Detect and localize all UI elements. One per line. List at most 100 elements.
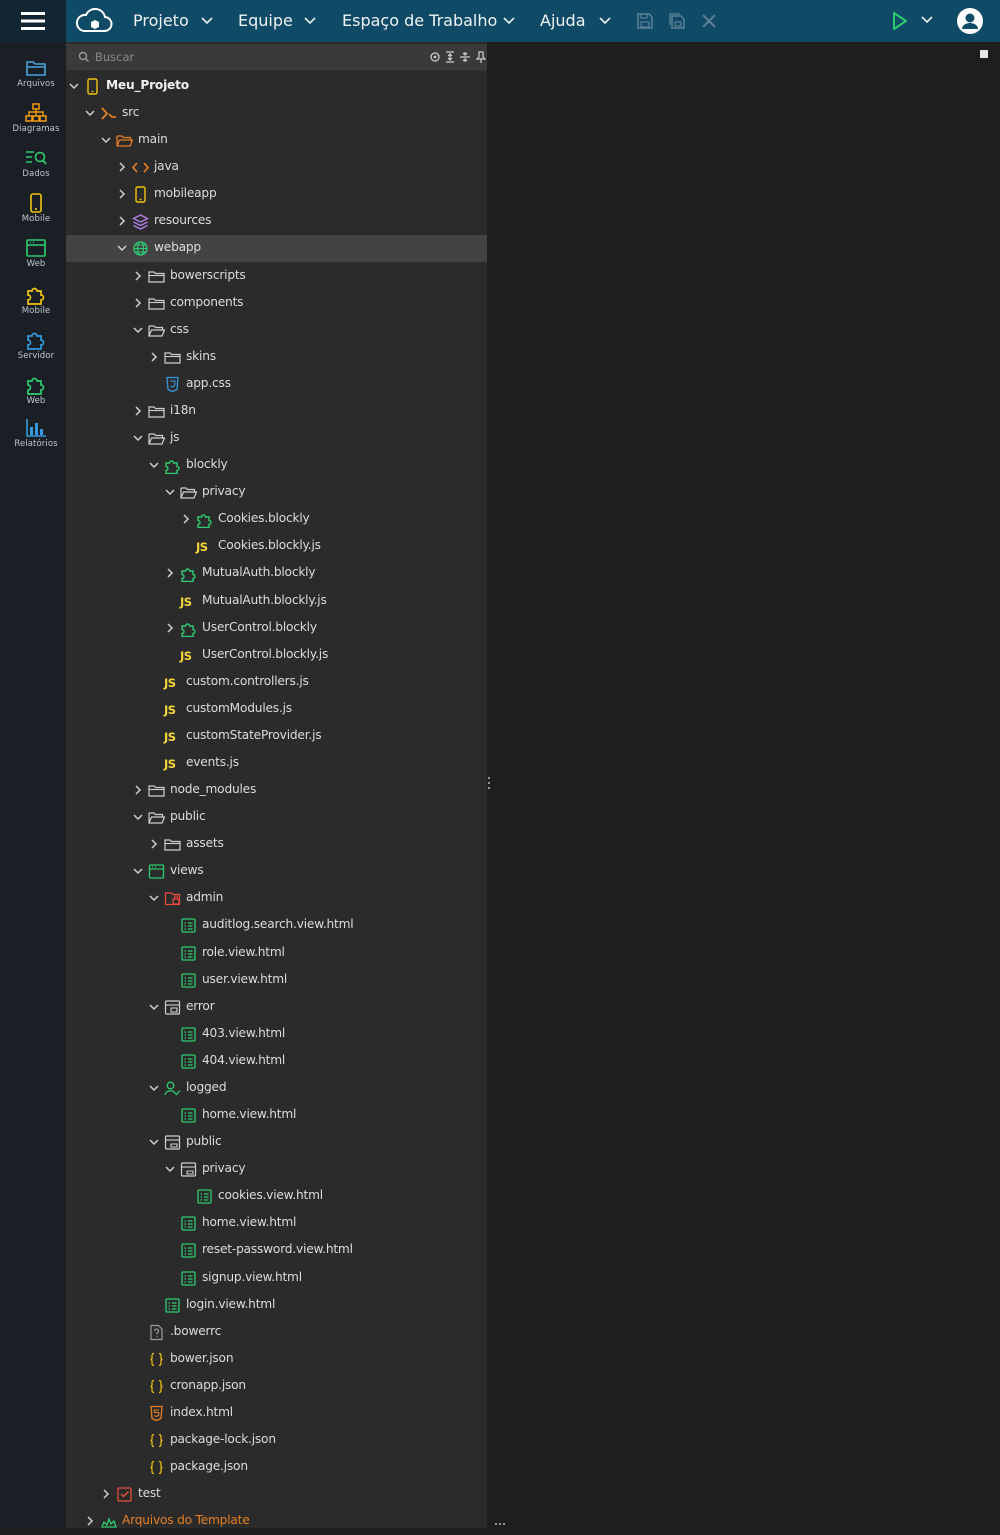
chevron-right-icon[interactable] (148, 838, 160, 850)
chevron-right-icon[interactable] (84, 1515, 96, 1527)
tree-item[interactable]: home.view.html (66, 1210, 487, 1237)
tree-item[interactable]: JS customStateProvider.js (66, 723, 487, 750)
tree-item[interactable]: JS custom.controllers.js (66, 669, 487, 696)
tree-item[interactable]: css (66, 317, 487, 344)
chevron-down-icon[interactable] (303, 11, 317, 31)
tree-item[interactable]: JS events.js (66, 750, 487, 777)
tree-item[interactable]: cookies.view.html (66, 1183, 487, 1210)
tree-item[interactable]: app.css (66, 371, 487, 398)
menu-projeto[interactable]: Projeto (133, 0, 189, 42)
chevron-down-icon[interactable] (148, 1136, 160, 1148)
tree-item[interactable]: skins (66, 344, 487, 371)
tree-item[interactable]: webapp (66, 235, 487, 263)
chevron-down-icon[interactable] (116, 242, 128, 254)
tree-item[interactable]: UserControl.blockly (66, 615, 487, 642)
chevron-down-icon[interactable] (148, 892, 160, 904)
chevron-right-icon[interactable] (164, 622, 176, 634)
sidebar-item-web[interactable]: Web (0, 238, 72, 269)
tree-item[interactable]: resources (66, 208, 487, 235)
tree-item[interactable]: Cookies.blockly (66, 506, 487, 533)
tree-item[interactable]: assets (66, 831, 487, 858)
chevron-down-icon[interactable] (502, 11, 516, 31)
tree-item[interactable]: index.html (66, 1400, 487, 1427)
chevron-down-icon[interactable] (200, 11, 214, 31)
sidebar-item-blockly-web[interactable]: Web (0, 373, 72, 406)
chevron-right-icon[interactable] (132, 405, 144, 417)
save-icon[interactable] (636, 12, 654, 30)
tree-item[interactable]: 403.view.html (66, 1021, 487, 1048)
sidebar-item-blockly-mobile[interactable]: Mobile (0, 283, 72, 316)
tree-item[interactable]: mobileapp (66, 181, 487, 208)
sidebar-item-arquivos[interactable]: Arquivos (0, 58, 72, 89)
run-icon[interactable] (891, 11, 909, 31)
tree-item[interactable]: error (66, 994, 487, 1021)
chevron-right-icon[interactable] (116, 215, 128, 227)
tree-item[interactable]: Arquivos do Template (66, 1508, 487, 1535)
tree-item[interactable]: public (66, 804, 487, 831)
tree-item[interactable]: .bowerrc (66, 1319, 487, 1346)
chevron-right-icon[interactable] (132, 784, 144, 796)
chevron-down-icon[interactable] (132, 811, 144, 823)
chevron-right-icon[interactable] (132, 270, 144, 282)
chevron-down-icon[interactable] (132, 324, 144, 336)
chevron-down-icon[interactable] (920, 11, 934, 31)
tree-item[interactable]: bower.json (66, 1346, 487, 1373)
chevron-down-icon[interactable] (132, 432, 144, 444)
tree-item[interactable]: role.view.html (66, 940, 487, 967)
menu-equipe[interactable]: Equipe (238, 0, 293, 42)
sidebar-item-mobile[interactable]: Mobile (0, 193, 72, 224)
close-icon[interactable] (701, 13, 717, 29)
tree-item[interactable]: views (66, 858, 487, 885)
tree-item[interactable]: privacy (66, 479, 487, 506)
sidebar-item-dados[interactable]: Dados (0, 148, 72, 179)
search-input[interactable]: Buscar (95, 50, 134, 64)
tree-item[interactable]: src (66, 100, 487, 127)
tree-item[interactable]: cronapp.json (66, 1373, 487, 1400)
tree-item[interactable]: 404.view.html (66, 1048, 487, 1075)
tree-item[interactable]: signup.view.html (66, 1265, 487, 1292)
chevron-down-icon[interactable] (148, 459, 160, 471)
chevron-down-icon[interactable] (84, 107, 96, 119)
chevron-right-icon[interactable] (100, 1488, 112, 1500)
tree-item[interactable]: main (66, 127, 487, 154)
chevron-down-icon[interactable] (100, 134, 112, 146)
tree-item[interactable]: admin (66, 885, 487, 912)
tree-item[interactable]: public (66, 1129, 487, 1156)
collapse-all-icon[interactable] (459, 51, 471, 63)
menu-ajuda[interactable]: Ajuda (540, 0, 586, 42)
tree-item[interactable]: JS MutualAuth.blockly.js (66, 588, 487, 615)
chevron-right-icon[interactable] (116, 161, 128, 173)
sidebar-item-relatorios[interactable]: Relatórios (0, 418, 72, 449)
maximize-button[interactable] (980, 50, 988, 58)
tree-item[interactable]: home.view.html (66, 1102, 487, 1129)
bottom-resize-handle[interactable] (494, 1522, 506, 1526)
chevron-down-icon[interactable] (148, 1001, 160, 1013)
chevron-right-icon[interactable] (180, 513, 192, 525)
tree-item[interactable]: blockly (66, 452, 487, 479)
tree-item[interactable]: MutualAuth.blockly (66, 560, 487, 587)
tree-item[interactable]: test (66, 1481, 487, 1508)
tree-item[interactable]: user.view.html (66, 967, 487, 994)
tree-item[interactable]: reset-password.view.html (66, 1237, 487, 1264)
chevron-right-icon[interactable] (116, 188, 128, 200)
chevron-right-icon[interactable] (148, 351, 160, 363)
save-all-icon[interactable] (668, 12, 686, 30)
tree-item[interactable]: java (66, 154, 487, 181)
tree-item[interactable]: JS UserControl.blockly.js (66, 642, 487, 669)
tree-item[interactable]: bowerscripts (66, 263, 487, 290)
tree-item[interactable]: js (66, 425, 487, 452)
tree-item[interactable]: components (66, 290, 487, 317)
tree-item[interactable]: package-lock.json (66, 1427, 487, 1454)
tree-item[interactable]: Meu_Projeto (66, 73, 487, 100)
tree-item[interactable]: logged (66, 1075, 487, 1102)
pin-icon[interactable] (476, 51, 486, 63)
tree-item[interactable]: JS Cookies.blockly.js (66, 533, 487, 560)
tree-item[interactable]: package.json (66, 1454, 487, 1481)
hamburger-menu-button[interactable] (0, 0, 66, 42)
chevron-down-icon[interactable] (164, 1163, 176, 1175)
chevron-right-icon[interactable] (132, 297, 144, 309)
locate-icon[interactable] (429, 51, 441, 63)
chevron-down-icon[interactable] (132, 865, 144, 877)
tree-item[interactable]: auditlog.search.view.html (66, 912, 487, 939)
chevron-right-icon[interactable] (164, 567, 176, 579)
